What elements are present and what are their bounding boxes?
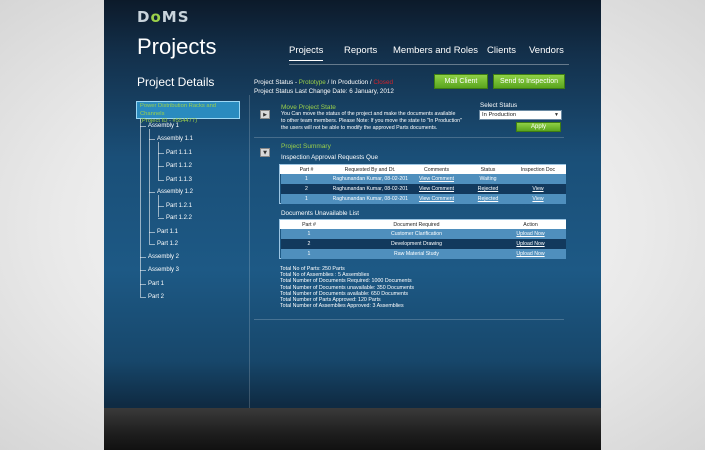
documents-unavailable-title: Documents Unavailable List: [281, 210, 360, 217]
table-row: 1 Raw Material Study Upload Now: [280, 249, 566, 259]
tree-item-part-1-1[interactable]: Part 1.1: [157, 229, 178, 235]
nav-vendors[interactable]: Vendors: [529, 45, 564, 56]
view-comment-link[interactable]: View Comment: [407, 194, 466, 204]
status-badge[interactable]: Rejected: [465, 194, 511, 204]
view-doc-link[interactable]: View: [510, 194, 566, 204]
summary-toggle[interactable]: ▼: [260, 148, 270, 157]
app-window: DoMS Projects Projects Reports Members a…: [104, 0, 601, 450]
inspection-queue-title: Inspection Approval Requests Que: [281, 154, 378, 161]
tree-root-project[interactable]: Power Distribution Racks and Channels (P…: [136, 101, 240, 124]
tree-item-assembly-1-2[interactable]: Assembly 1.2: [157, 189, 193, 195]
nav-members-and-roles[interactable]: Members and Roles: [393, 45, 478, 56]
section-divider: [254, 137, 564, 138]
column-header: Comments: [407, 165, 466, 174]
tree-item-part-1-2[interactable]: Part 1.2: [157, 241, 178, 247]
arrow-down-icon: ▼: [263, 149, 267, 156]
status-badge[interactable]: Rejected: [465, 184, 511, 194]
tree-item-assembly-1-1[interactable]: Assembly 1.1: [157, 136, 193, 142]
table-row: 1 Raghunandan Kumar, 08-02-2012 View Com…: [280, 194, 566, 204]
column-header: Action: [495, 220, 566, 229]
mail-client-button[interactable]: Mail Client: [434, 74, 488, 89]
unavailable-table: Part # Document Required Action 1 Custom…: [280, 220, 566, 259]
arrow-right-icon: ▶: [263, 111, 267, 118]
status-in-production: In Production: [331, 79, 369, 86]
tree-item-assembly-1[interactable]: Assembly 1: [148, 123, 179, 129]
project-details-heading: Project Details: [137, 75, 215, 89]
status-badge: Waiting: [465, 174, 511, 184]
doms-logo: DoMS: [137, 8, 190, 26]
tree-item-part-1-1-3[interactable]: Part 1.1.3: [166, 177, 192, 183]
tree-item-part-1-1-1[interactable]: Part 1.1.1: [166, 150, 192, 156]
status-select[interactable]: In Production ▼: [479, 110, 562, 120]
tree-item-part-1[interactable]: Part 1: [148, 281, 164, 287]
upload-now-link[interactable]: Upload Now: [495, 239, 566, 249]
tree-connector: [149, 129, 150, 244]
panel-divider: [249, 95, 250, 408]
column-header: Requested By and Dt.: [332, 165, 408, 174]
send-to-inspection-button[interactable]: Send to Inspection: [493, 74, 565, 89]
project-summary-title: Project Summary: [281, 143, 331, 150]
move-state-description: You Can move the status of the project a…: [281, 111, 463, 131]
move-state-title: Move Project State: [281, 104, 336, 111]
apply-button[interactable]: Apply: [516, 122, 561, 132]
move-state-toggle[interactable]: ▶: [260, 110, 270, 119]
chevron-down-icon: ▼: [554, 112, 559, 118]
status-last-change: Project Status Last Change Date: 6 Janua…: [254, 88, 394, 95]
nav-reports[interactable]: Reports: [344, 45, 377, 56]
tree-item-assembly-3[interactable]: Assembly 3: [148, 267, 179, 273]
table-row: 1 Customer Clarification Upload Now: [280, 229, 566, 239]
view-doc-link[interactable]: View: [510, 184, 566, 194]
table-row: 2 Raghunandan Kumar, 08-02-2012 View Com…: [280, 184, 566, 194]
view-comment-link[interactable]: View Comment: [407, 184, 466, 194]
column-header: Inspection Doc: [510, 165, 566, 174]
status-prototype[interactable]: Prototype: [299, 79, 326, 86]
column-header: Part #: [280, 165, 333, 174]
table-row: 2 Development Drawing Upload Now: [280, 239, 566, 249]
section-divider: [254, 319, 564, 320]
tree-item-part-1-2-2[interactable]: Part 1.2.2: [166, 215, 192, 221]
column-header: Status: [465, 165, 511, 174]
upload-now-link[interactable]: Upload Now: [495, 249, 566, 259]
column-header: Document Required: [337, 220, 496, 229]
nav-clients[interactable]: Clients: [487, 45, 516, 56]
project-totals: Total No of Parts: 250 Parts Total No of…: [280, 266, 414, 310]
table-row: 1 Raghunandan Kumar, 08-02-2012 View Com…: [280, 174, 566, 184]
tree-item-assembly-2[interactable]: Assembly 2: [148, 254, 179, 260]
tree-connector: [158, 142, 159, 180]
nav-divider: [289, 64, 569, 65]
view-comment-link[interactable]: View Comment: [407, 174, 466, 184]
project-status-line: Project Status - Prototype / In Producti…: [254, 79, 394, 95]
select-status-label: Select Status: [480, 102, 518, 109]
status-closed[interactable]: Closed: [373, 79, 393, 86]
main-nav: Projects Reports Members and Roles Clien…: [289, 45, 601, 65]
inspection-table: Part # Requested By and Dt. Comments Sta…: [280, 165, 566, 204]
tree-item-part-1-2-1[interactable]: Part 1.2.1: [166, 203, 192, 209]
tree-item-part-2[interactable]: Part 2: [148, 294, 164, 300]
upload-now-link[interactable]: Upload Now: [495, 229, 566, 239]
page-title: Projects: [137, 34, 217, 59]
nav-projects[interactable]: Projects: [289, 45, 324, 61]
column-header: Part #: [280, 220, 338, 229]
tree-item-part-1-1-2[interactable]: Part 1.1.2: [166, 163, 192, 169]
footer-band: [104, 408, 601, 450]
